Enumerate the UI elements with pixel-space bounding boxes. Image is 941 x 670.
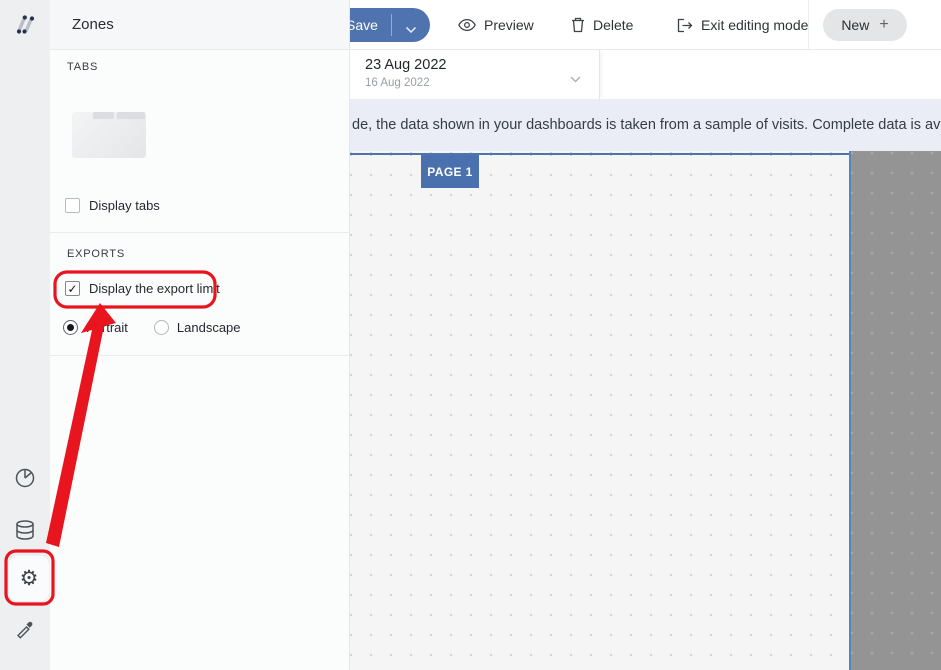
exit-icon	[677, 18, 693, 33]
delete-button[interactable]: Delete	[571, 0, 633, 50]
sidebar-item-settings[interactable]: ⚙	[9, 556, 49, 601]
pie-chart-icon[interactable]	[13, 466, 37, 490]
preview-label: Preview	[484, 17, 534, 33]
chevron-down-icon	[570, 70, 581, 88]
panel-header: Zones	[50, 0, 349, 50]
exports-section-label: EXPORTS	[67, 248, 125, 260]
toolbar-divider	[808, 0, 809, 50]
exit-editing-mode-button[interactable]: Exit editing mode	[677, 0, 808, 50]
dashboard-editor-app: Save Preview Delete Exit editing mode	[0, 0, 941, 670]
tabs-preview-thumbnail[interactable]	[72, 112, 146, 158]
eye-icon	[458, 18, 476, 32]
dashboard-page[interactable]: PAGE 1	[350, 153, 849, 670]
chevron-down-icon[interactable]	[405, 21, 417, 39]
landscape-label: Landscape	[177, 320, 241, 335]
date-secondary: 16 Aug 2022	[365, 77, 430, 89]
sampling-banner-text: de, the data shown in your dashboards is…	[352, 99, 941, 151]
date-primary: 23 Aug 2022	[365, 57, 446, 73]
section-divider	[50, 355, 349, 356]
database-icon[interactable]	[13, 518, 37, 542]
panel-title: Zones	[72, 0, 114, 50]
new-button-label: New	[841, 17, 869, 33]
export-limit-checkbox-row[interactable]: ✓ Display the export limit	[65, 281, 220, 296]
top-toolbar: Save Preview Delete Exit editing mode	[300, 0, 941, 50]
export-limit-label: Display the export limit	[89, 281, 220, 296]
display-tabs-label: Display tabs	[89, 198, 160, 213]
outside-page-area	[849, 151, 941, 670]
icon-sidebar: ⚙	[0, 0, 50, 670]
date-row: 23 Aug 2022 16 Aug 2022	[350, 50, 941, 99]
portrait-label: Portrait	[86, 320, 128, 335]
display-tabs-checkbox[interactable]	[65, 198, 80, 213]
save-button-label: Save	[346, 17, 378, 33]
display-tabs-checkbox-row[interactable]: Display tabs	[65, 198, 160, 213]
plus-icon: +	[879, 17, 888, 33]
section-divider	[50, 232, 349, 233]
dashboard-workspace: PAGE 1	[350, 151, 941, 670]
thumbnail-tab-shape	[117, 112, 145, 119]
delete-label: Delete	[593, 17, 633, 33]
orientation-radio-group: Portrait Landscape	[63, 320, 241, 335]
exit-editing-mode-label: Exit editing mode	[701, 17, 808, 33]
portrait-radio[interactable]	[63, 320, 78, 335]
date-range-picker[interactable]: 23 Aug 2022 16 Aug 2022	[350, 50, 600, 99]
thumbnail-tab-shape	[93, 112, 114, 119]
eyedropper-icon[interactable]	[13, 616, 37, 640]
sampling-banner: de, the data shown in your dashboards is…	[350, 99, 941, 151]
landscape-radio[interactable]	[154, 320, 169, 335]
export-limit-checkbox[interactable]: ✓	[65, 281, 80, 296]
gear-icon: ⚙	[20, 568, 39, 589]
new-dashboard-button[interactable]: New +	[823, 9, 907, 41]
zones-settings-panel: Zones TABS Display tabs EXPORTS ✓ Displa…	[50, 0, 350, 670]
trash-icon	[571, 17, 585, 33]
save-split-divider	[391, 14, 392, 36]
app-logo-icon	[10, 9, 40, 39]
preview-button[interactable]: Preview	[458, 0, 534, 50]
tabs-section-label: TABS	[67, 61, 98, 73]
page-tab[interactable]: PAGE 1	[421, 155, 479, 188]
